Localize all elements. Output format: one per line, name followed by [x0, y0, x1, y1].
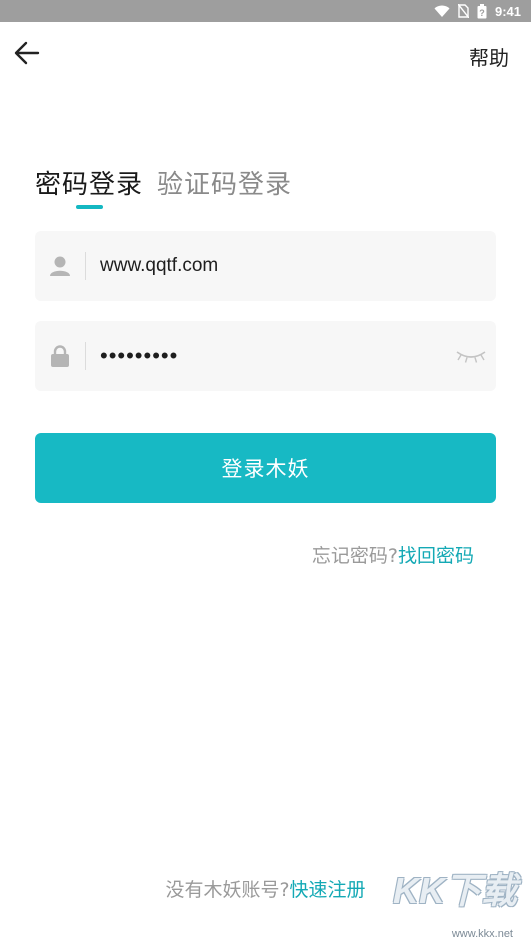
battery-icon: ? — [477, 3, 487, 18]
forgot-password-question: 忘记密码? — [311, 545, 398, 567]
tab-password-login[interactable]: 密码登录 — [35, 164, 143, 201]
login-button[interactable]: 登录木妖 — [35, 433, 496, 503]
svg-text:?: ? — [479, 8, 485, 18]
lock-icon — [35, 321, 85, 391]
forgot-password-row: 忘记密码?找回密码 — [312, 541, 474, 568]
quick-register-link[interactable]: 快速注册 — [290, 879, 366, 901]
status-bar: ? 9:41 — [0, 0, 531, 22]
recover-password-link[interactable]: 找回密码 — [398, 545, 474, 567]
tab-active-indicator — [76, 205, 103, 209]
status-icons: ? 9:41 — [434, 3, 521, 19]
help-link[interactable]: 帮助 — [469, 42, 509, 71]
arrow-left-icon — [14, 41, 40, 65]
password-field — [35, 321, 496, 391]
status-time: 9:41 — [494, 3, 521, 19]
watermark-url: www.kkx.net — [451, 928, 513, 940]
eye-closed-icon — [456, 351, 486, 363]
no-sim-icon — [457, 4, 469, 18]
username-input[interactable] — [86, 231, 496, 301]
watermark: KK下载 www.kkx.net — [393, 862, 517, 942]
username-field — [35, 231, 496, 301]
app-header: 帮助 — [0, 22, 531, 86]
watermark-logo: KK下载 — [393, 870, 517, 911]
user-icon — [35, 231, 85, 301]
toggle-password-visibility-button[interactable] — [446, 321, 496, 391]
wifi-icon — [434, 5, 450, 17]
tab-code-login[interactable]: 验证码登录 — [157, 164, 292, 201]
login-tabs: 密码登录 验证码登录 — [35, 164, 292, 201]
register-question: 没有木妖账号? — [165, 879, 290, 901]
back-button[interactable] — [10, 38, 44, 68]
password-input[interactable] — [86, 321, 446, 391]
